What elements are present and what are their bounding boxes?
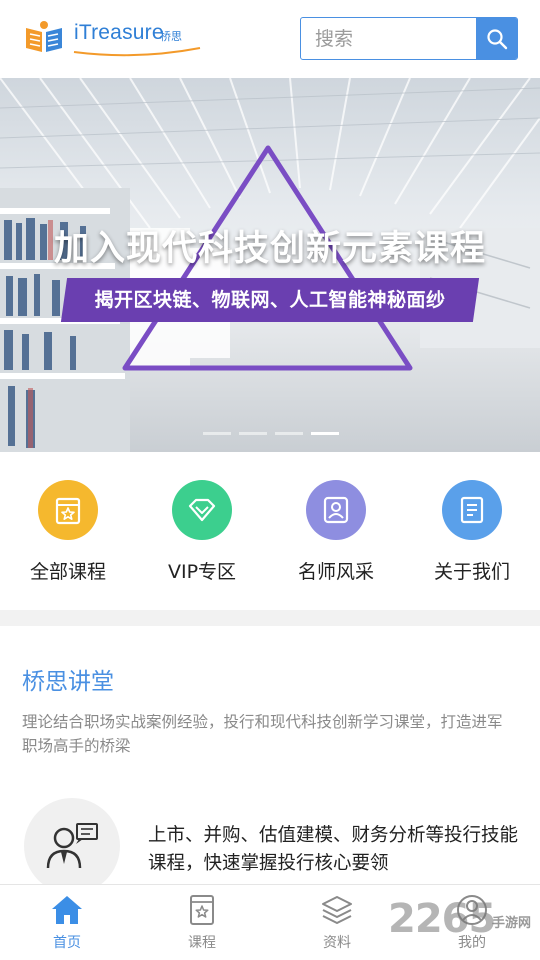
carousel-dot[interactable] (275, 432, 303, 435)
logo-swoosh (73, 47, 201, 57)
search-input[interactable] (301, 18, 477, 59)
lecturer-icon (24, 798, 120, 894)
quick-nav-all-courses[interactable]: 全部课程 (3, 480, 133, 584)
tab-materials[interactable]: 资料 (287, 891, 387, 952)
banner-subtitle: 揭开区块链、物联网、人工智能神秘面纱 (94, 289, 446, 311)
search-box (300, 17, 518, 60)
tab-label: 课程 (188, 935, 216, 951)
logo-subtext: 桥思 (160, 30, 182, 43)
teacher-portrait-icon (306, 480, 366, 540)
watermark-number: 2265 (388, 896, 496, 942)
book-logo-icon (26, 21, 62, 52)
header: iTreasure 桥思 (0, 0, 540, 78)
home-icon (17, 891, 117, 929)
promo-banner[interactable]: 加入现代科技创新元素课程 揭开区块链、物联网、人工智能神秘面纱 (0, 78, 540, 452)
quick-nav-label: 关于我们 (433, 561, 510, 583)
carousel-dot[interactable] (203, 432, 231, 435)
diamond-icon (172, 480, 232, 540)
quick-nav-label: 全部课程 (29, 561, 106, 583)
watermark-text: 手游网 (492, 916, 532, 931)
carousel-indicators (203, 432, 339, 435)
section-description: 理论结合职场实战案例经验，投行和现代科技创新学习课堂，打造进军职场高手的桥梁 (22, 713, 503, 755)
quick-nav-vip[interactable]: VIP专区 (137, 480, 267, 584)
quick-nav: 全部课程 VIP专区 名师风采 关于我们 (0, 452, 540, 610)
layers-icon (287, 891, 387, 929)
quick-nav-label: VIP专区 (167, 561, 237, 583)
section-divider (0, 610, 540, 626)
tab-label: 资料 (323, 935, 351, 951)
document-icon (442, 480, 502, 540)
tab-courses[interactable]: 课程 (152, 891, 252, 952)
quick-nav-teachers[interactable]: 名师风采 (271, 480, 401, 584)
carousel-dot[interactable] (239, 432, 267, 435)
quick-nav-about[interactable]: 关于我们 (407, 480, 537, 584)
search-button[interactable] (476, 18, 517, 59)
tab-label: 首页 (53, 935, 81, 951)
app-logo[interactable]: iTreasure 桥思 (22, 16, 201, 60)
site-watermark: 2265 手游网 (388, 896, 538, 956)
feature-description: 上市、并购、估值建模、财务分析等投行技能课程，快速掌握投行核心要领 (148, 825, 519, 874)
banner-title: 加入现代科技创新元素课程 (53, 229, 486, 269)
lecture-section: 桥思讲堂 理论结合职场实战案例经验，投行和现代科技创新学习课堂，打造进军职场高手… (0, 626, 540, 894)
course-calendar-icon (38, 480, 98, 540)
section-title: 桥思讲堂 (22, 669, 114, 695)
quick-nav-label: 名师风采 (297, 561, 374, 583)
search-icon (486, 28, 507, 49)
carousel-dot-active[interactable] (311, 432, 339, 435)
course-book-icon (152, 891, 252, 929)
tab-home[interactable]: 首页 (17, 891, 117, 952)
logo-text: iTreasure (74, 21, 164, 44)
